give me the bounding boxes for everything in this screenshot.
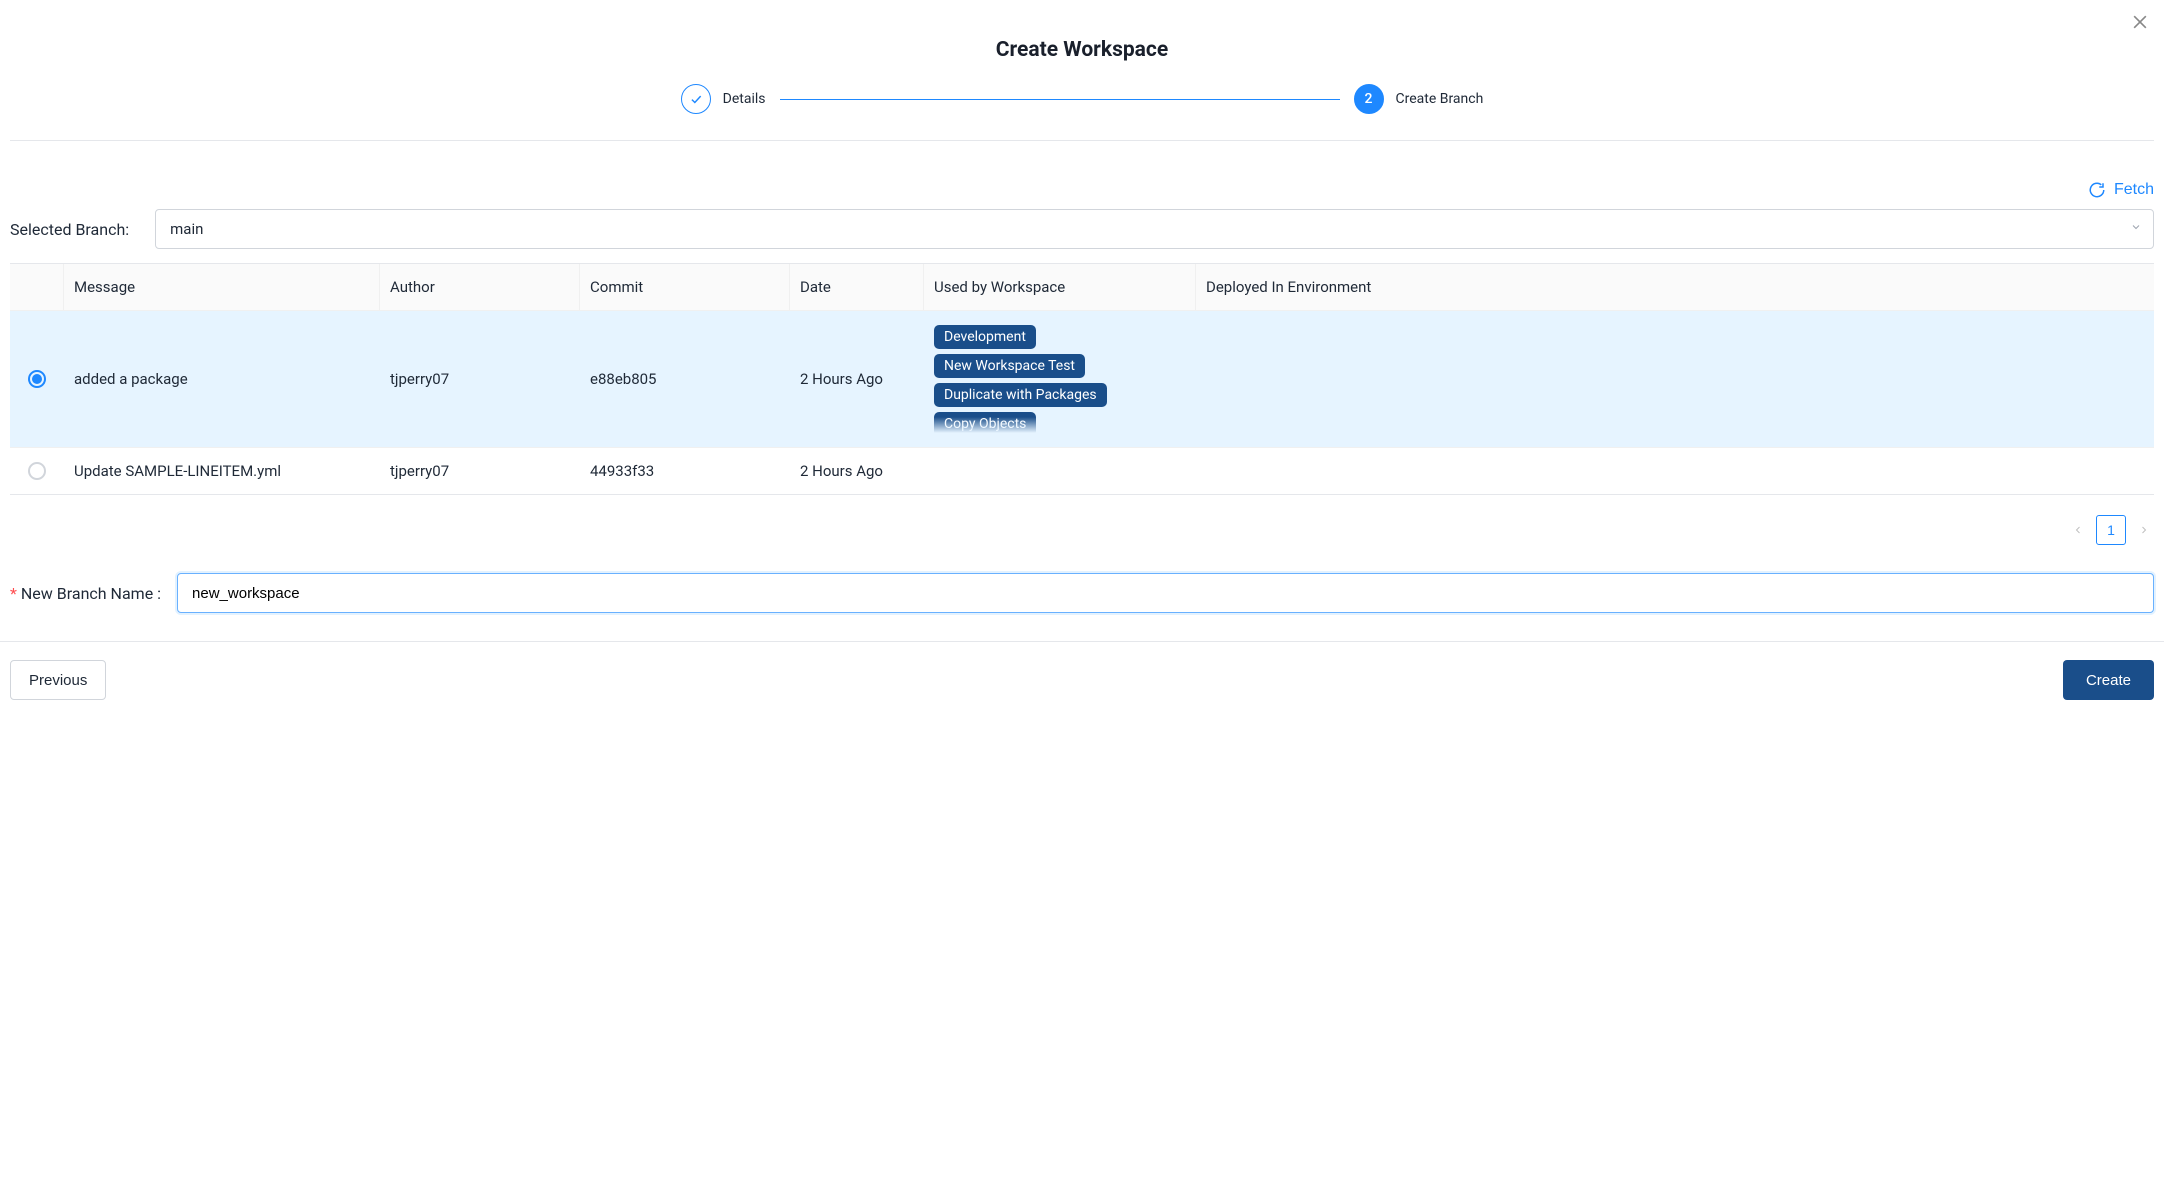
th-author: Author [380, 264, 580, 310]
chevron-down-icon [2130, 221, 2142, 237]
close-icon [2130, 12, 2150, 32]
row-radio[interactable] [28, 370, 46, 388]
cell-message: Update SAMPLE-LINEITEM.yml [64, 448, 380, 494]
workspace-tag: Copy Objects [934, 412, 1036, 433]
th-environment: Deployed In Environment [1196, 264, 2154, 310]
th-message: Message [64, 264, 380, 310]
new-branch-input[interactable] [177, 573, 2154, 613]
workspace-tag: Duplicate with Packages [934, 383, 1107, 407]
th-date: Date [790, 264, 924, 310]
table-header: Message Author Commit Date Used by Works… [10, 264, 2154, 311]
row-radio[interactable] [28, 462, 46, 480]
step-create-branch-label: Create Branch [1396, 91, 1484, 107]
modal-content: Fetch Selected Branch: main Message Auth… [0, 141, 2164, 641]
chevron-left-icon [2072, 524, 2084, 536]
th-commit: Commit [580, 264, 790, 310]
fetch-button[interactable]: Fetch [2088, 181, 2154, 199]
close-button[interactable] [2130, 12, 2150, 36]
create-workspace-modal: Create Workspace Details 2 Create Branch… [0, 0, 2164, 718]
modal-header: Create Workspace [0, 0, 2164, 84]
page-prev-button[interactable] [2068, 520, 2088, 540]
cell-date: 2 Hours Ago [790, 448, 924, 494]
wizard-steps: Details 2 Create Branch [0, 84, 2164, 140]
cell-author: tjperry07 [380, 356, 580, 402]
table-row[interactable]: Update SAMPLE-LINEITEM.yml tjperry07 449… [10, 448, 2154, 494]
step-create-branch[interactable]: 2 Create Branch [1354, 84, 1484, 114]
cell-commit: 44933f33 [580, 448, 790, 494]
pagination: 1 [10, 495, 2154, 565]
cell-date: 2 Hours Ago [790, 356, 924, 402]
cell-author: tjperry07 [380, 448, 580, 494]
chevron-right-icon [2138, 524, 2150, 536]
commits-table: Message Author Commit Date Used by Works… [10, 263, 2154, 495]
step-details[interactable]: Details [681, 84, 766, 114]
table-row[interactable]: added a package tjperry07 e88eb805 2 Hou… [10, 311, 2154, 448]
step-number-icon: 2 [1354, 84, 1384, 114]
step-check-icon [681, 84, 711, 114]
selected-branch-select[interactable]: main [155, 209, 2154, 249]
cell-environment [1196, 365, 2154, 393]
selected-branch-label: Selected Branch: [10, 220, 129, 239]
th-workspace: Used by Workspace [924, 264, 1196, 310]
workspace-tag: New Workspace Test [934, 354, 1085, 378]
fetch-row: Fetch [10, 155, 2154, 209]
create-button[interactable]: Create [2063, 660, 2154, 700]
step-connector [780, 99, 1340, 100]
fetch-label: Fetch [2114, 181, 2154, 199]
cell-environment [1196, 457, 2154, 485]
cell-commit: e88eb805 [580, 356, 790, 402]
modal-footer: Previous Create [0, 641, 2164, 718]
new-branch-label: *New Branch Name : [10, 584, 161, 603]
page-next-button[interactable] [2134, 520, 2154, 540]
selected-branch-row: Selected Branch: main [10, 209, 2154, 249]
previous-button[interactable]: Previous [10, 660, 106, 700]
step-details-label: Details [723, 91, 766, 107]
cell-workspace: Development New Workspace Test Duplicate… [924, 311, 1196, 447]
selected-branch-value: main [170, 220, 203, 238]
cell-workspace [924, 457, 1196, 485]
page-number[interactable]: 1 [2096, 515, 2126, 545]
modal-title: Create Workspace [0, 38, 2164, 62]
refresh-icon [2088, 181, 2106, 199]
cell-message: added a package [64, 356, 380, 402]
new-branch-row: *New Branch Name : [10, 565, 2154, 641]
workspace-tag: Development [934, 325, 1036, 349]
